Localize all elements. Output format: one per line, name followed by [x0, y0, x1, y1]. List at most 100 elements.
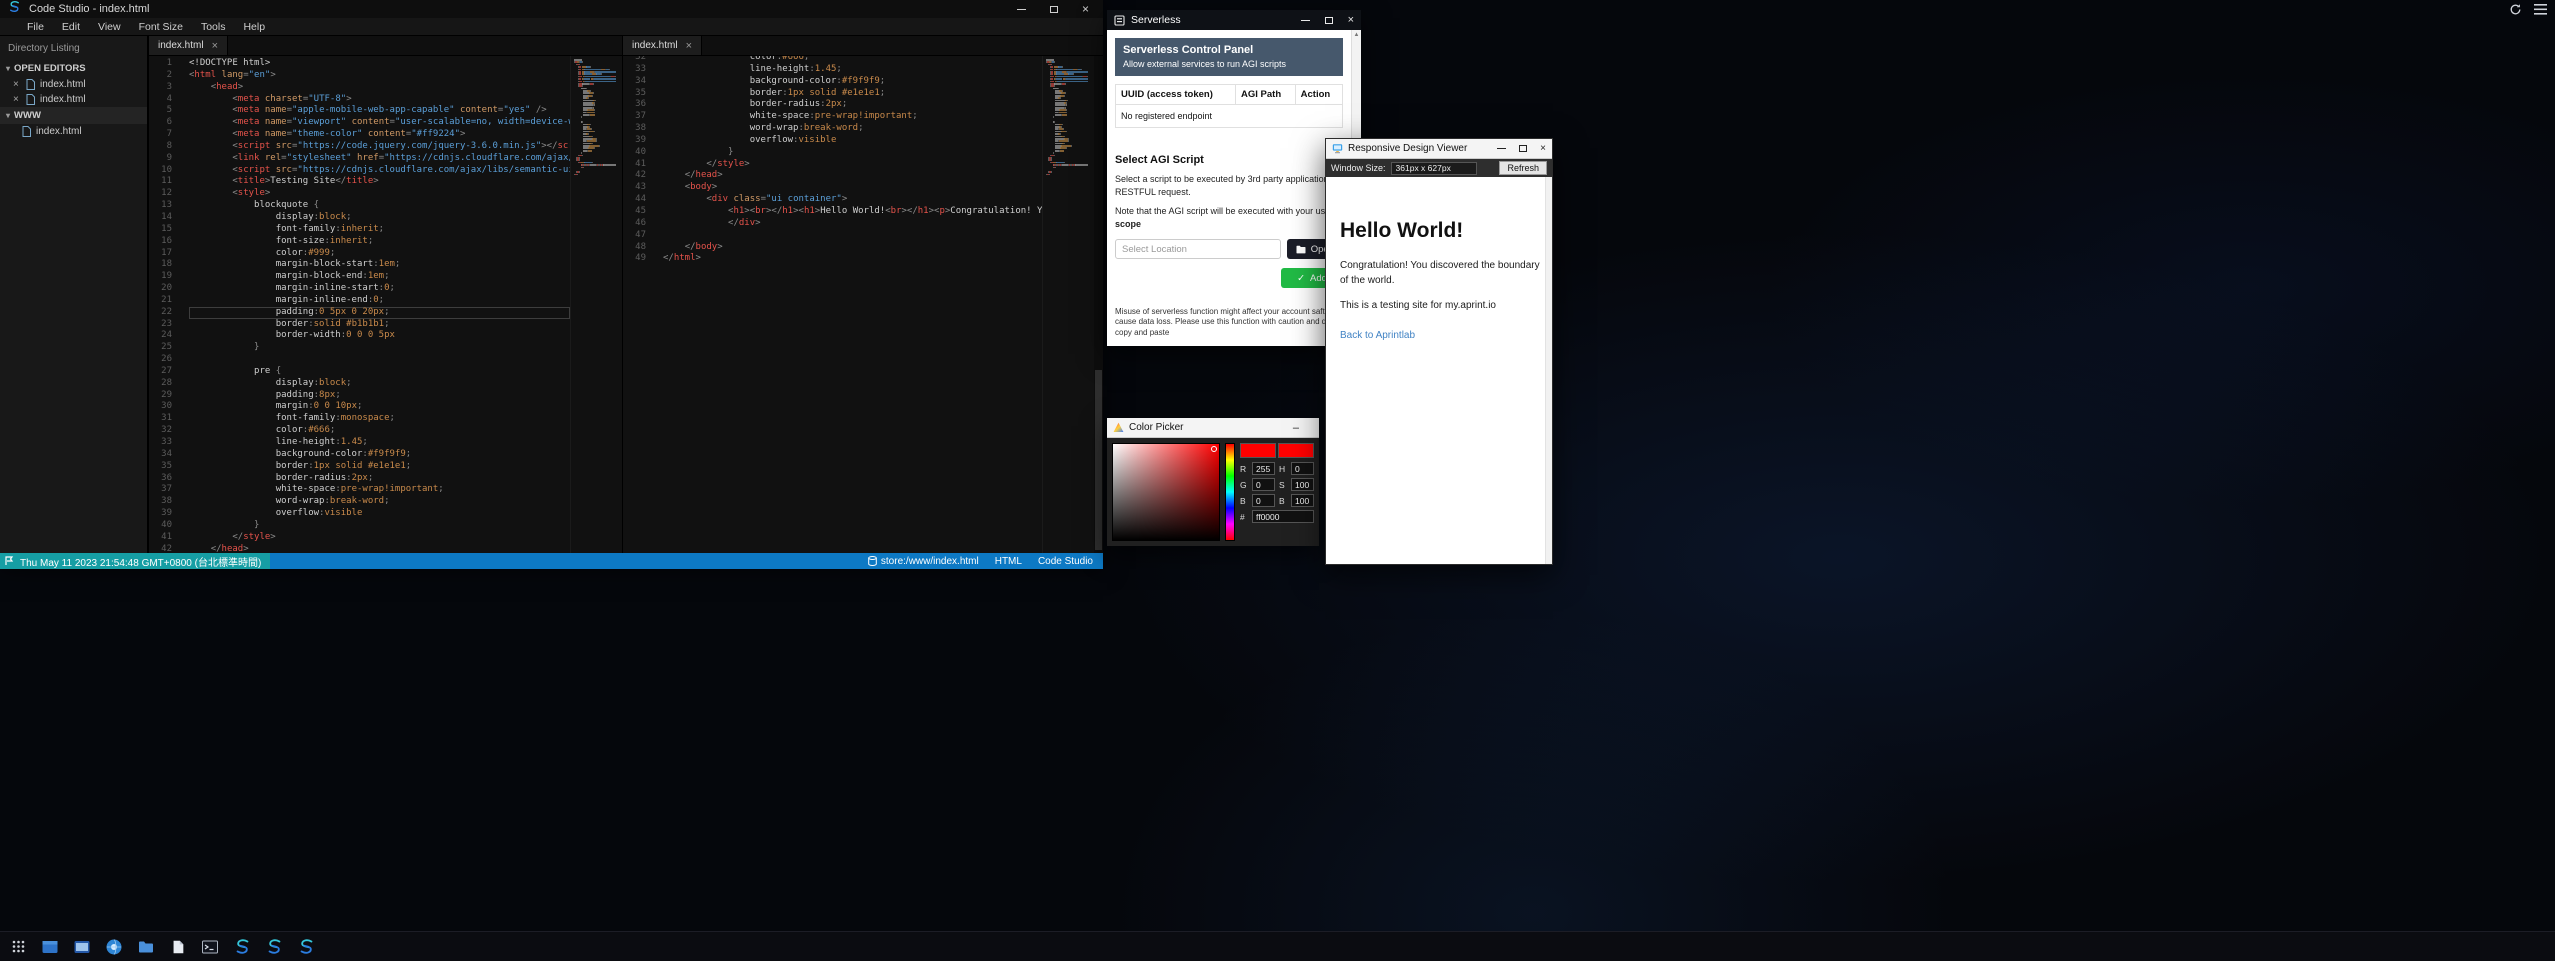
- menu-font-size[interactable]: Font Size: [130, 21, 192, 33]
- tab-close-icon[interactable]: ×: [212, 40, 218, 52]
- open-editor-item-2[interactable]: × index.html: [0, 92, 147, 107]
- code-line[interactable]: }: [189, 342, 570, 354]
- brightness-input[interactable]: [1291, 494, 1314, 507]
- code-line[interactable]: border-width:0 0 0 5px: [189, 330, 570, 342]
- code-line[interactable]: background-color:#f9f9f9;: [663, 76, 1042, 88]
- code-line[interactable]: </style>: [663, 159, 1042, 171]
- code-line[interactable]: margin-inline-start:0;: [189, 283, 570, 295]
- code-line[interactable]: </div>: [663, 218, 1042, 230]
- maximize-button[interactable]: [1325, 17, 1333, 24]
- code-line[interactable]: blockquote {: [189, 200, 570, 212]
- refresh-button[interactable]: Refresh: [1499, 161, 1547, 175]
- code-line[interactable]: <meta name="theme-color" content="#ff922…: [189, 129, 570, 141]
- code-line[interactable]: </html>: [663, 253, 1042, 265]
- code-line[interactable]: }: [663, 147, 1042, 159]
- hue-input[interactable]: [1291, 462, 1314, 475]
- window-size-input[interactable]: [1391, 162, 1477, 175]
- status-datetime[interactable]: Thu May 11 2023 21:54:48 GMT+0800 (台北標準時…: [0, 553, 270, 569]
- code-line[interactable]: line-height:1.45;: [663, 64, 1042, 76]
- code-line[interactable]: <body>: [663, 182, 1042, 194]
- menu-icon[interactable]: [2534, 4, 2547, 15]
- code-area[interactable]: color:#666; line-height:1.45; background…: [653, 56, 1042, 553]
- code-line[interactable]: <script src="https://code.jquery.com/jqu…: [189, 141, 570, 153]
- code-line[interactable]: overflow:visible: [663, 135, 1042, 147]
- code-editor[interactable]: 1234567891011121314151617181920212223242…: [149, 56, 622, 553]
- title-bar[interactable]: Responsive Design Viewer ×: [1326, 139, 1552, 159]
- minimize-button[interactable]: [1301, 20, 1310, 21]
- close-icon[interactable]: ×: [13, 79, 21, 90]
- code-line[interactable]: margin-block-end:1em;: [189, 271, 570, 283]
- code-line[interactable]: <html lang="en">: [189, 70, 570, 82]
- code-line[interactable]: <meta name="apple-mobile-web-app-capable…: [189, 105, 570, 117]
- close-button[interactable]: ×: [1348, 14, 1354, 26]
- hue-slider[interactable]: [1225, 443, 1235, 541]
- status-file-path[interactable]: store:/www/index.html: [868, 556, 979, 567]
- code-line[interactable]: color:#666;: [663, 56, 1042, 64]
- code-line[interactable]: padding:0 5px 0 20px;: [189, 307, 570, 319]
- code-line[interactable]: <head>: [189, 82, 570, 94]
- tab-close-icon[interactable]: ×: [686, 40, 692, 52]
- code-line[interactable]: <style>: [189, 188, 570, 200]
- code-studio-icon-2[interactable]: [262, 935, 286, 959]
- scroll-up-icon[interactable]: ▲: [1352, 30, 1361, 38]
- red-input[interactable]: [1252, 462, 1275, 475]
- hex-input[interactable]: [1252, 510, 1314, 523]
- scrollbar[interactable]: [1094, 56, 1103, 553]
- code-line[interactable]: word-wrap:break-word;: [189, 496, 570, 508]
- title-bar[interactable]: Code Studio - index.html ×: [0, 0, 1103, 18]
- code-line[interactable]: <meta charset="UTF-8">: [189, 94, 570, 106]
- close-button[interactable]: ×: [1540, 143, 1546, 154]
- code-line[interactable]: display:block;: [189, 378, 570, 390]
- code-line[interactable]: <link rel="stylesheet" href="https://cdn…: [189, 153, 570, 165]
- code-line[interactable]: }: [189, 520, 570, 532]
- code-line[interactable]: <script src="https://cdnjs.cloudflare.co…: [189, 165, 570, 177]
- code-line[interactable]: line-height:1.45;: [189, 437, 570, 449]
- back-to-aprintlab-link[interactable]: Back to Aprintlab: [1340, 330, 1415, 341]
- window-app-icon-2[interactable]: [70, 935, 94, 959]
- code-line[interactable]: font-family:inherit;: [189, 224, 570, 236]
- code-line[interactable]: border-radius:2px;: [189, 473, 570, 485]
- close-icon[interactable]: ×: [13, 94, 21, 105]
- code-line[interactable]: margin-inline-end:0;: [189, 295, 570, 307]
- code-line[interactable]: overflow:visible: [189, 508, 570, 520]
- code-line[interactable]: background-color:#f9f9f9;: [189, 449, 570, 461]
- menu-tools[interactable]: Tools: [192, 21, 235, 33]
- code-line[interactable]: font-size:inherit;: [189, 236, 570, 248]
- code-line[interactable]: padding:8px;: [189, 390, 570, 402]
- code-line[interactable]: </head>: [189, 544, 570, 553]
- agi-location-input[interactable]: [1115, 239, 1281, 259]
- document-icon[interactable]: [166, 935, 190, 959]
- green-input[interactable]: [1252, 478, 1275, 491]
- status-app-name[interactable]: Code Studio: [1038, 556, 1093, 567]
- code-line[interactable]: <h1><br></h1><h1>Hello World!<br></h1><p…: [663, 206, 1042, 218]
- minimap[interactable]: [1042, 56, 1094, 553]
- tab-index-html[interactable]: index.html ×: [149, 36, 228, 55]
- app-grid-icon[interactable]: [6, 935, 30, 959]
- saturation-input[interactable]: [1291, 478, 1314, 491]
- tab-index-html[interactable]: index.html ×: [623, 36, 702, 55]
- menu-help[interactable]: Help: [234, 21, 274, 33]
- minimize-button[interactable]: [1497, 148, 1506, 149]
- code-line[interactable]: <!DOCTYPE html>: [189, 58, 570, 70]
- menu-edit[interactable]: Edit: [53, 21, 89, 33]
- code-editor[interactable]: 323334353637383940414243444546474849 col…: [623, 56, 1103, 553]
- code-line[interactable]: [663, 230, 1042, 242]
- code-line[interactable]: <meta name="viewport" content="user-scal…: [189, 117, 570, 129]
- code-line[interactable]: [189, 354, 570, 366]
- code-studio-icon-3[interactable]: [294, 935, 318, 959]
- code-area[interactable]: <!DOCTYPE html><html lang="en"> <head> <…: [179, 58, 570, 553]
- code-line[interactable]: font-family:monospace;: [189, 413, 570, 425]
- code-line[interactable]: <div class="ui container">: [663, 194, 1042, 206]
- files-icon[interactable]: [134, 935, 158, 959]
- saturation-brightness-picker[interactable]: [1112, 443, 1220, 541]
- terminal-icon[interactable]: [198, 935, 222, 959]
- page-scrollbar[interactable]: [1545, 177, 1552, 564]
- code-line[interactable]: border:1px solid #e1e1e1;: [663, 88, 1042, 100]
- code-line[interactable]: </head>: [663, 170, 1042, 182]
- minimize-button[interactable]: –: [1293, 422, 1313, 434]
- blue-input[interactable]: [1252, 494, 1275, 507]
- open-editor-item-1[interactable]: × index.html: [0, 77, 147, 92]
- code-line[interactable]: color:#666;: [189, 425, 570, 437]
- code-line[interactable]: border:solid #b1b1b1;: [189, 319, 570, 331]
- section-open-editors[interactable]: ▾ OPEN EDITORS: [0, 60, 147, 77]
